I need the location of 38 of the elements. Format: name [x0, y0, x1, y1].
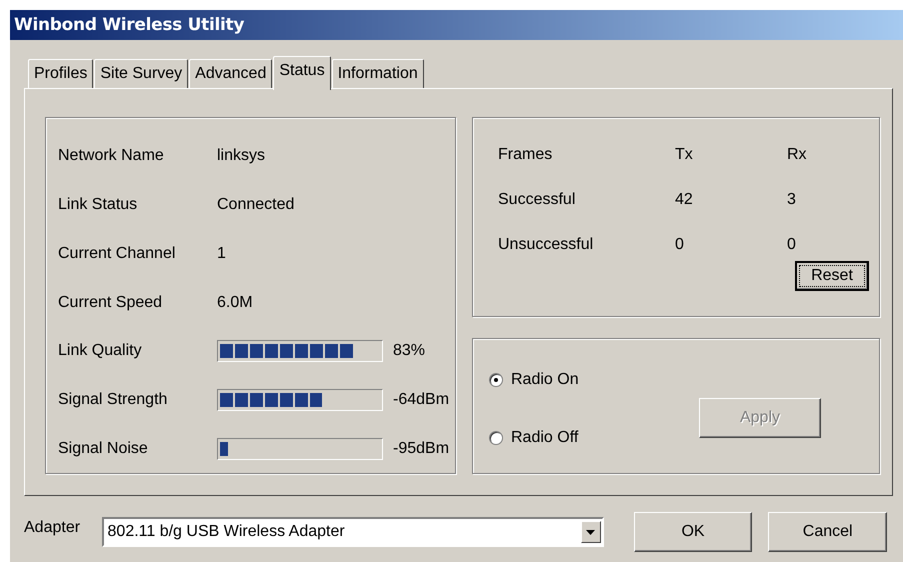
- adapter-dropdown[interactable]: 802.11 b/g USB Wireless Adapter: [102, 517, 604, 547]
- table-cell-text: Successful: [498, 191, 576, 209]
- field-label: Current Channel: [58, 244, 176, 263]
- table-cell-text: 3: [787, 191, 797, 209]
- table-cell-text: 42: [675, 191, 694, 209]
- field-label: Current Speed: [58, 294, 164, 312]
- table-cell-text: 0: [787, 236, 797, 254]
- dialog-button[interactable]: OK: [634, 512, 752, 552]
- tab[interactable]: Status: [273, 56, 331, 90]
- adapter-label: Adapter: [24, 519, 82, 537]
- tab[interactable]: Profiles: [28, 59, 94, 88]
- field-label: Link Quality: [58, 342, 143, 360]
- table-cell-text: Unsuccessful: [498, 236, 594, 254]
- radio-option[interactable]: Radio On: [489, 371, 579, 389]
- tab[interactable]: Site Survey: [94, 59, 188, 88]
- field-label: Link Status: [58, 196, 138, 214]
- field-label: Network Name: [58, 147, 165, 166]
- radio-option[interactable]: Radio Off: [489, 429, 579, 447]
- dialog-button[interactable]: Cancel: [768, 512, 888, 552]
- meter-reading: -64dBm: [393, 390, 450, 409]
- field-value: 1: [217, 244, 226, 263]
- field-value: 6.0M: [217, 294, 253, 312]
- meter-reading: 83%: [393, 342, 426, 360]
- column-header: Rx: [787, 146, 808, 164]
- table-cell-text: 0: [675, 236, 685, 254]
- tab[interactable]: Advanced: [189, 59, 272, 88]
- radio-button[interactable]: [489, 431, 503, 445]
- field-label: Signal Noise: [58, 440, 149, 458]
- field-value: linksys: [217, 147, 266, 166]
- column-header: Tx: [675, 146, 694, 164]
- radio-button[interactable]: [489, 373, 503, 387]
- column-header: Frames: [498, 146, 554, 164]
- reset-button[interactable]: Reset: [795, 261, 869, 291]
- field-label: Signal Strength: [58, 390, 168, 409]
- tab[interactable]: Information: [332, 59, 424, 88]
- field-value: Connected: [217, 196, 294, 214]
- window-title: Winbond Wireless Utility: [14, 15, 244, 35]
- meter-reading: -95dBm: [393, 440, 450, 458]
